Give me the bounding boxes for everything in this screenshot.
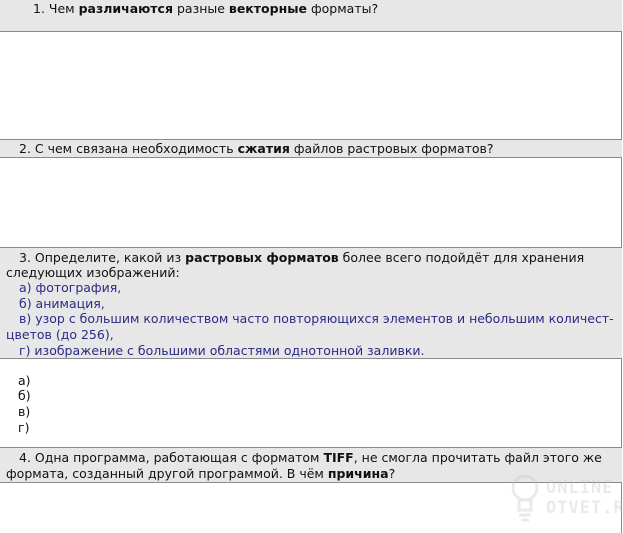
answer-label-b: б) bbox=[18, 388, 31, 403]
watermark-line2: OTVET.RU bbox=[546, 498, 623, 518]
answer-label-d: г) bbox=[18, 420, 30, 435]
watermark-line1: ONLINE bbox=[546, 478, 614, 498]
question-3-text: 3. Определите, какой из растровых формат… bbox=[19, 250, 585, 265]
worksheet: 1. Чем различаются разные векторные форм… bbox=[0, 0, 622, 533]
question-1: 1. Чем различаются разные векторные форм… bbox=[0, 0, 622, 32]
answer-label-c: в) bbox=[18, 404, 31, 419]
option-b: б) анимация, bbox=[19, 296, 105, 311]
answer-area-2[interactable] bbox=[0, 158, 622, 248]
watermark-text: ONLINE OTVET.RU bbox=[546, 478, 623, 518]
question-3-text-line2: следующих изображений: bbox=[6, 265, 180, 280]
question-2-text: 2. С чем связана необходимость сжатия фа… bbox=[19, 141, 494, 156]
question-4-text-line2: формата, созданный другой программой. В … bbox=[6, 466, 396, 481]
option-c: в) узор с большим количеством часто повт… bbox=[19, 311, 614, 326]
question-2: 2. С чем связана необходимость сжатия фа… bbox=[0, 139, 622, 158]
option-a: а) фотография, bbox=[19, 280, 122, 295]
question-1-text: 1. Чем различаются разные векторные форм… bbox=[33, 1, 379, 16]
lightbulb-icon bbox=[511, 474, 539, 522]
option-c-continued: цветов (до 256), bbox=[6, 327, 114, 342]
option-d: г) изображение с большими областями одно… bbox=[19, 343, 425, 358]
watermark: ONLINE OTVET.RU bbox=[510, 472, 623, 530]
question-4-text: 4. Одна программа, работающая с форматом… bbox=[19, 450, 602, 465]
answer-area-1[interactable] bbox=[0, 32, 622, 139]
answer-label-a: а) bbox=[18, 373, 31, 388]
answer-area-3[interactable]: а) б) в) г) bbox=[0, 359, 622, 447]
question-3: 3. Определите, какой из растровых формат… bbox=[0, 247, 622, 359]
